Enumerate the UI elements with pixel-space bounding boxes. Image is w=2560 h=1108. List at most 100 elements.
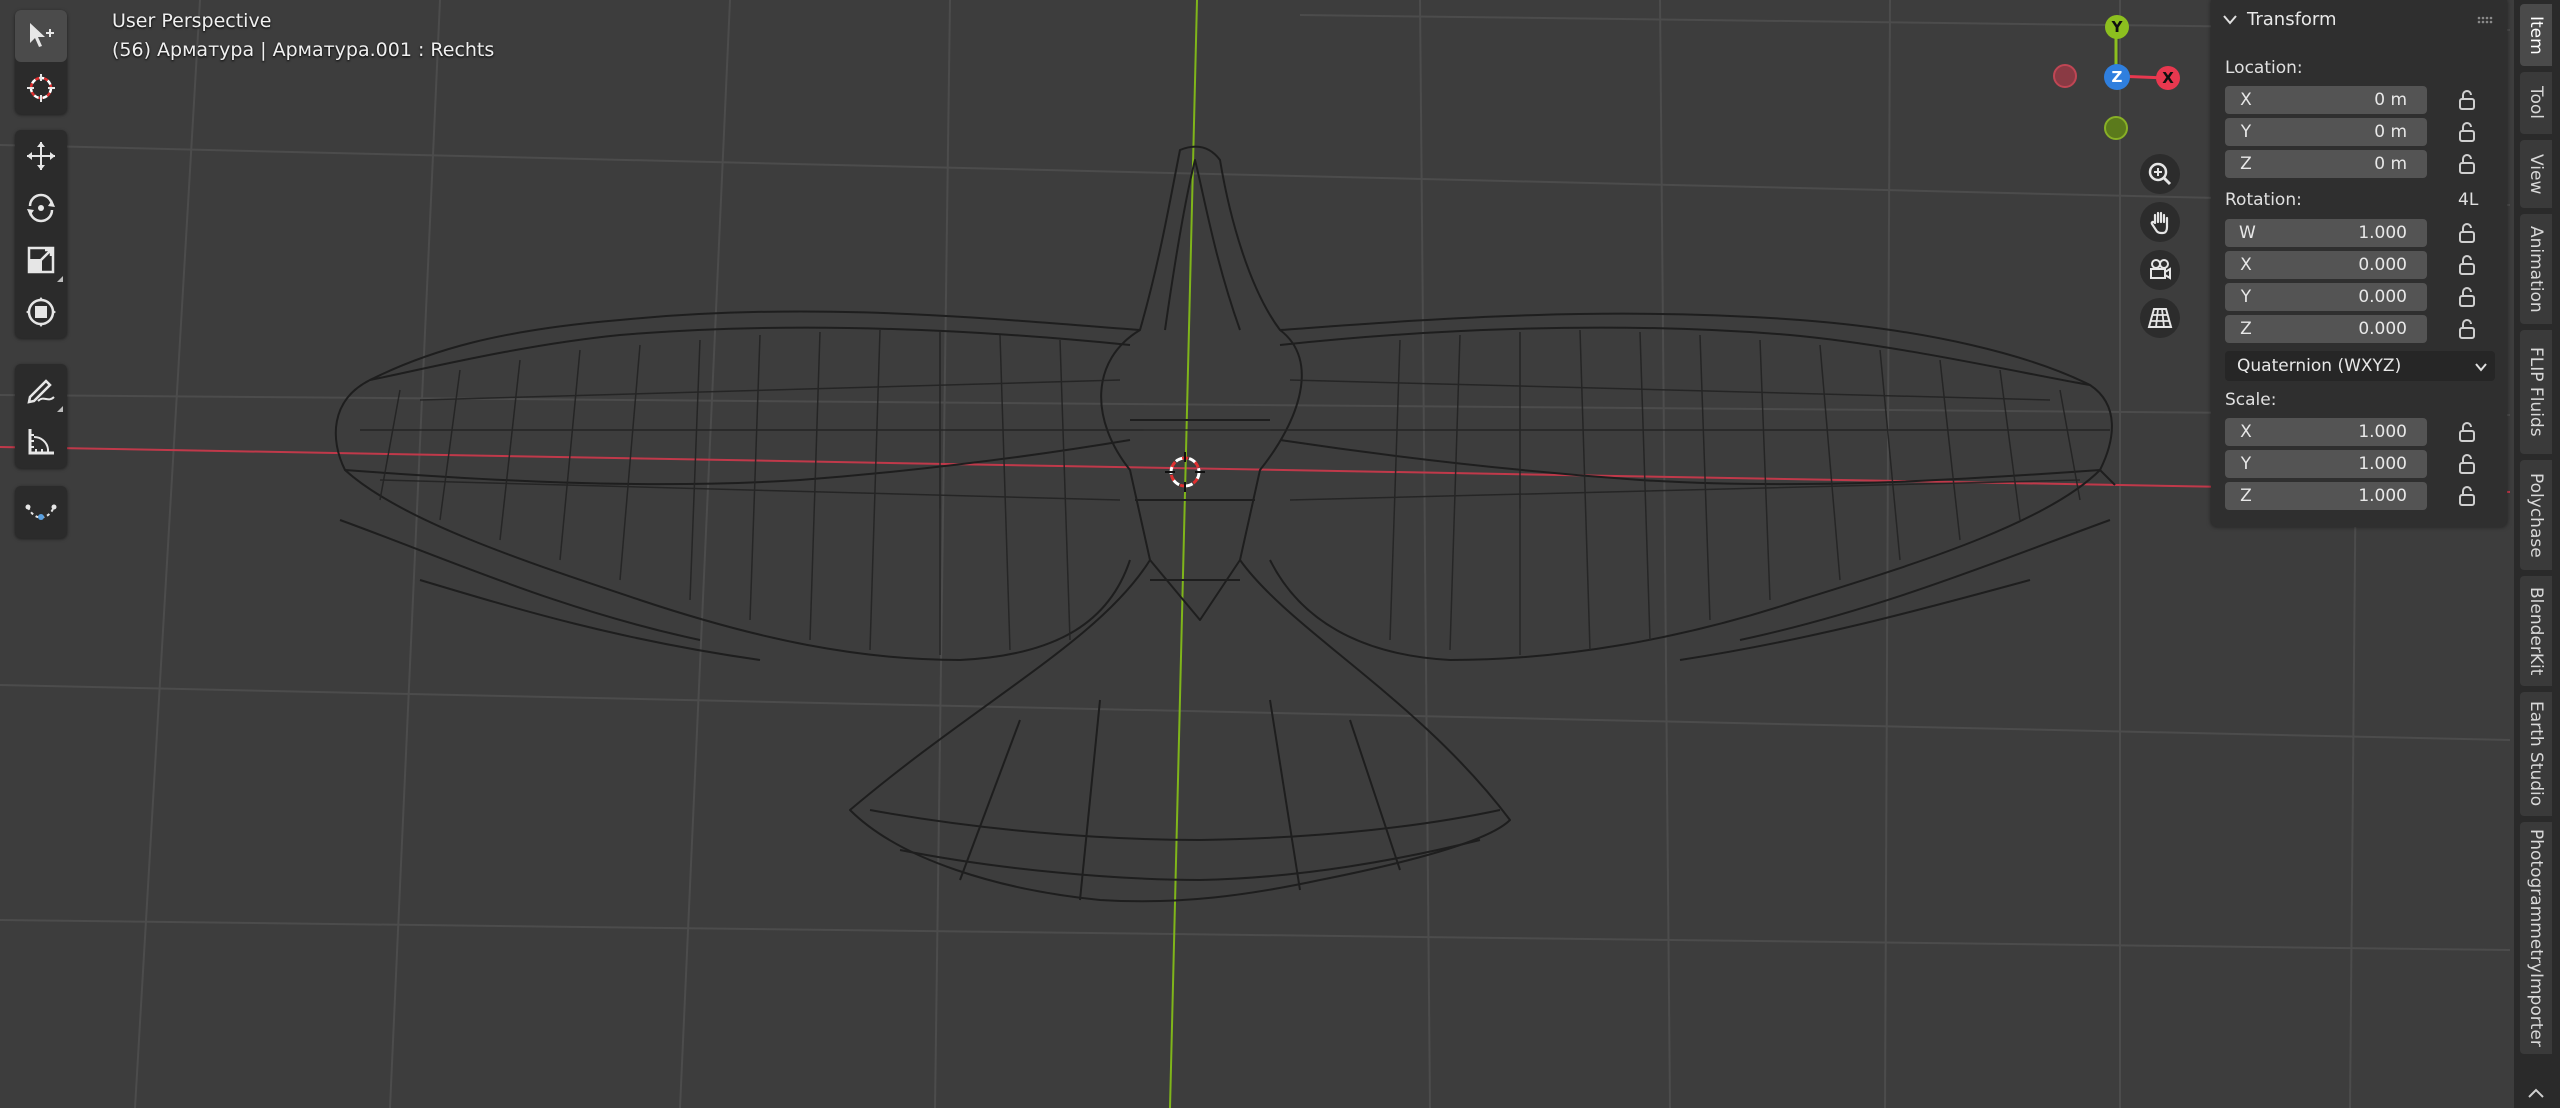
bone-envelope-tool[interactable]	[15, 486, 67, 538]
lock-rotation-w-icon[interactable]	[2457, 222, 2477, 244]
floor-grid	[0, 0, 2510, 1108]
tab-polychase[interactable]: Polychase	[2520, 460, 2552, 570]
tab-label: Polychase	[2526, 472, 2546, 558]
measure-tool[interactable]	[15, 416, 67, 468]
lock-location-z-icon[interactable]	[2457, 153, 2477, 175]
move-tool[interactable]	[15, 130, 67, 182]
tab-label: Earth Studio	[2526, 701, 2546, 807]
transform-panel: Transform Location: X 0 m Y 0 m Z 0 m Rotat…	[2211, 0, 2507, 527]
tab-label: Tool	[2526, 86, 2546, 120]
field-value: 1.000	[2358, 486, 2407, 506]
toolbar-annotate-group	[15, 364, 67, 468]
tab-label: FLIP Fluids	[2526, 347, 2546, 437]
field-axis-label: X	[2240, 90, 2252, 110]
scale-z-field[interactable]: Z 1.000	[2225, 482, 2427, 510]
curve-icon	[25, 504, 57, 520]
field-axis-label: X	[2240, 255, 2252, 275]
location-y-field[interactable]: Y 0 m	[2225, 118, 2427, 146]
collapse-tabs-icon[interactable]	[2526, 1086, 2546, 1100]
field-value: 1.000	[2358, 223, 2407, 243]
tab-item[interactable]: Item	[2520, 4, 2552, 66]
scale-x-field[interactable]: X 1.000	[2225, 418, 2427, 446]
rotation-mode-select[interactable]: Quaternion (WXYZ)	[2225, 351, 2495, 381]
tab-animation[interactable]: Animation	[2520, 214, 2552, 324]
lock-location-x-icon[interactable]	[2457, 89, 2477, 111]
gizmo-neg-x-axis[interactable]	[2053, 64, 2077, 88]
tab-tool[interactable]: Tool	[2520, 72, 2552, 134]
toolbar-select-group	[15, 10, 67, 114]
gizmo-z-axis[interactable]: Z	[2104, 64, 2130, 90]
scene-canvas[interactable]	[0, 0, 2510, 1108]
tab-earth-studio[interactable]: Earth Studio	[2520, 692, 2552, 816]
field-value: 1.000	[2358, 422, 2407, 442]
tab-label: View	[2526, 153, 2546, 195]
lock-rotation-z-icon[interactable]	[2457, 318, 2477, 340]
zoom-button[interactable]	[2140, 154, 2180, 194]
tab-flip-fluids[interactable]: FLIP Fluids	[2520, 330, 2552, 454]
toolbar-transform-group	[15, 130, 67, 338]
transform-panel-title: Transform	[2247, 9, 2337, 30]
camera-view-button[interactable]	[2140, 250, 2180, 290]
field-axis-label: Z	[2240, 154, 2252, 174]
field-value: 1.000	[2358, 454, 2407, 474]
grid-perspective-icon	[2147, 308, 2173, 328]
viewport-mode-label: User Perspective	[112, 10, 272, 32]
perspective-toggle-button[interactable]	[2140, 298, 2180, 338]
field-axis-label: X	[2240, 422, 2252, 442]
feather-lines	[360, 329, 2110, 655]
lock-scale-z-icon[interactable]	[2457, 485, 2477, 507]
field-axis-label: W	[2239, 223, 2256, 243]
field-value: 0 m	[2374, 122, 2407, 142]
field-value: 0.000	[2358, 319, 2407, 339]
lock-scale-y-icon[interactable]	[2457, 453, 2477, 475]
tab-photogrammetry-importer[interactable]: PhotogrammetryImporter	[2520, 822, 2552, 1054]
transform-panel-header[interactable]: Transform	[2211, 0, 2507, 40]
location-z-field[interactable]: Z 0 m	[2225, 150, 2427, 178]
rotate-icon	[27, 193, 55, 223]
field-axis-label: Y	[2240, 287, 2252, 307]
select-box-tool[interactable]	[15, 10, 67, 62]
annotate-tool[interactable]	[15, 364, 67, 416]
x-axis-line	[0, 446, 2510, 493]
field-axis-label: Z	[2240, 486, 2252, 506]
move-arrows-icon	[27, 142, 55, 170]
chevron-down-icon	[2223, 15, 2237, 25]
drag-handle-icon[interactable]	[2477, 15, 2493, 25]
3d-cursor-icon	[27, 74, 55, 102]
field-value: 0.000	[2358, 287, 2407, 307]
gizmo-y-axis[interactable]: Y	[2105, 15, 2129, 39]
rotate-tool[interactable]	[15, 182, 67, 234]
gizmo-neg-y-axis[interactable]	[2104, 116, 2128, 140]
camera-icon	[2150, 259, 2171, 280]
viewport-context-label: (56) Арматура | Арматура.001 : Rechts	[112, 39, 495, 61]
lock-rotation-x-icon[interactable]	[2457, 254, 2477, 276]
lock-location-y-icon[interactable]	[2457, 121, 2477, 143]
pan-button[interactable]	[2140, 202, 2180, 242]
rotation-x-field[interactable]: X 0.000	[2225, 251, 2427, 279]
ruler-icon	[28, 429, 54, 455]
tab-label: PhotogrammetryImporter	[2526, 829, 2546, 1047]
bird-wireframe	[334, 145, 2116, 903]
location-x-field[interactable]: X 0 m	[2225, 86, 2427, 114]
cursor-tool[interactable]	[15, 62, 67, 114]
lock-rotation-y-icon[interactable]	[2457, 286, 2477, 308]
rotation-4l-toggle[interactable]: 4L	[2458, 190, 2478, 210]
sidebar-tab-strip: Item Tool View Animation FLIP Fluids Pol…	[2514, 0, 2560, 1108]
field-axis-label: Y	[2240, 454, 2252, 474]
scale-y-field[interactable]: Y 1.000	[2225, 450, 2427, 478]
rotation-y-field[interactable]: Y 0.000	[2225, 283, 2427, 311]
lock-scale-x-icon[interactable]	[2457, 421, 2477, 443]
rotation-z-field[interactable]: Z 0.000	[2225, 315, 2427, 343]
location-label: Location:	[2225, 58, 2303, 78]
gizmo-x-axis[interactable]: X	[2156, 66, 2180, 90]
hand-icon	[2150, 211, 2169, 235]
toolbar-bone-group	[15, 486, 67, 538]
tab-blenderkit[interactable]: BlenderKit	[2520, 576, 2552, 686]
field-value: 0 m	[2374, 90, 2407, 110]
transform-tool[interactable]	[15, 286, 67, 338]
rotation-mode-value: Quaternion (WXYZ)	[2237, 356, 2402, 376]
transform-icon	[26, 297, 56, 327]
tab-view[interactable]: View	[2520, 140, 2552, 208]
rotation-w-field[interactable]: W 1.000	[2225, 219, 2427, 247]
scale-tool[interactable]	[15, 234, 67, 286]
